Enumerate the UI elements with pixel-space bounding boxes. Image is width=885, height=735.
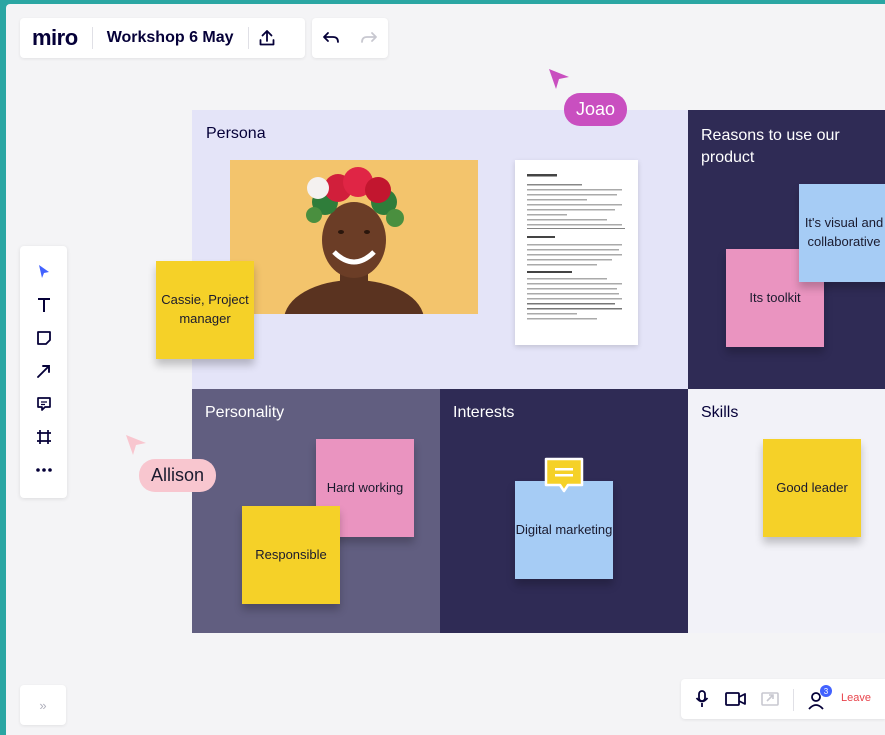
undo-redo-bar <box>312 18 388 58</box>
interests-label: Interests <box>453 404 515 421</box>
sticky-responsible[interactable]: Responsible <box>242 506 340 604</box>
participants-icon[interactable]: 3 <box>807 685 832 713</box>
sticky-good-leader[interactable]: Good leader <box>763 439 861 537</box>
participants-count-badge: 3 <box>820 685 832 697</box>
skills-label: Skills <box>701 404 739 421</box>
undo-icon[interactable] <box>313 20 349 56</box>
cursor-arrow-icon <box>124 433 148 462</box>
redo-icon[interactable] <box>351 20 387 56</box>
select-tool-icon[interactable] <box>20 256 67 288</box>
miro-board[interactable]: miro Workshop 6 May Persona Cassie, Proj… <box>6 4 885 735</box>
cursor-arrow-icon <box>547 67 571 96</box>
screen-share-icon[interactable] <box>761 690 779 713</box>
personality-label: Personality <box>205 404 285 421</box>
creation-toolbar <box>20 246 67 498</box>
expand-panel-button[interactable]: » <box>20 685 66 725</box>
divider <box>793 689 794 711</box>
frame-tool-icon[interactable] <box>20 421 67 453</box>
video-camera-icon[interactable] <box>725 691 747 712</box>
call-controls-bar: 3 Leave <box>681 679 885 719</box>
cursor-label-joao: Joao <box>564 93 628 126</box>
persona-label: Persona <box>206 125 266 142</box>
cursor-label-allison: Allison <box>139 459 217 492</box>
persona-photo[interactable] <box>230 160 478 314</box>
research-document[interactable] <box>515 160 638 345</box>
more-tools-icon[interactable] <box>20 454 67 486</box>
microphone-icon[interactable] <box>695 690 709 713</box>
reasons-label: Reasons to use our product <box>701 127 840 167</box>
board-title[interactable]: Workshop 6 May <box>93 29 248 47</box>
arrow-tool-icon[interactable] <box>20 355 67 387</box>
sticky-cassie[interactable]: Cassie, Project manager <box>156 261 254 359</box>
sticky-visual-collaborative[interactable]: It's visual and collaborative <box>799 184 885 282</box>
text-tool-icon[interactable] <box>20 289 67 321</box>
upload-icon[interactable] <box>249 20 285 56</box>
comment-icon[interactable] <box>543 456 585 496</box>
sticky-note-icon[interactable] <box>20 322 67 354</box>
miro-logo[interactable]: miro <box>20 25 92 51</box>
leave-button[interactable]: Leave <box>841 692 871 704</box>
top-bar: miro Workshop 6 May <box>20 18 305 58</box>
comment-tool-icon[interactable] <box>20 388 67 420</box>
